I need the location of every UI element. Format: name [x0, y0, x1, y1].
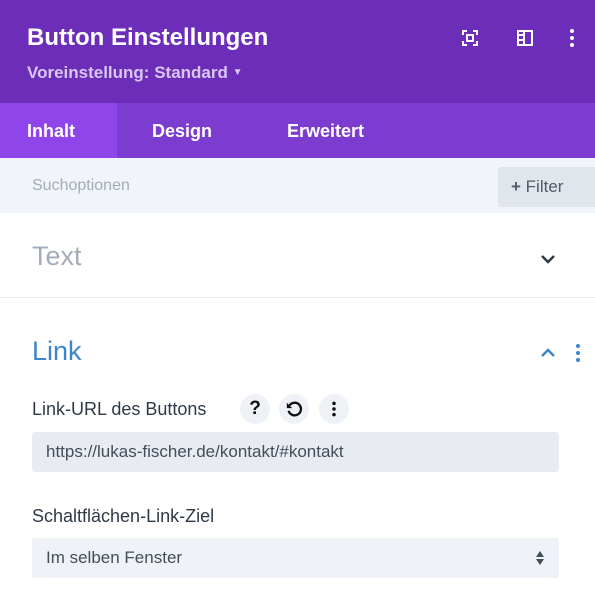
filter-button[interactable]: + Filter [498, 167, 595, 207]
preset-label: Voreinstellung: Standard [27, 63, 228, 82]
caret-down-icon: ▼ [232, 67, 243, 78]
modal-header: Button Einstellungen Voreinstellung: Sta… [0, 0, 595, 103]
tab-design[interactable]: Design [152, 103, 212, 158]
focus-icon[interactable] [460, 28, 480, 48]
more-vertical-icon[interactable] [568, 343, 588, 363]
modal-title: Button Einstellungen [27, 24, 269, 51]
options-button[interactable] [319, 394, 349, 424]
tab-bar: Inhalt Design Erweitert [0, 103, 595, 158]
link-url-label: Link-URL des Buttons [32, 399, 207, 419]
sidebar-toggle-icon[interactable] [515, 28, 535, 48]
help-button[interactable]: ? [240, 394, 270, 424]
search-bar: Suchoptionen + Filter [0, 158, 595, 213]
section-title-text: Text [32, 241, 82, 271]
link-url-input[interactable]: https://lukas-fischer.de/kontakt/#kontak… [32, 432, 559, 472]
undo-icon [286, 401, 303, 417]
chevron-up-icon[interactable] [538, 343, 558, 363]
section-text[interactable]: Text [0, 213, 595, 298]
link-target-value: Im selben Fenster [46, 548, 183, 567]
plus-icon: + [511, 177, 521, 196]
tab-inhalt[interactable]: Inhalt [0, 103, 117, 158]
tab-erweitert[interactable]: Erweitert [287, 103, 364, 158]
preset-dropdown[interactable]: Voreinstellung: Standard ▼ [27, 63, 243, 83]
filter-label: Filter [525, 177, 564, 196]
section-title-link: Link [32, 336, 82, 366]
link-target-select[interactable]: Im selben Fenster [32, 538, 559, 578]
link-target-label: Schaltflächen-Link-Ziel [32, 506, 215, 526]
reset-button[interactable] [279, 394, 309, 424]
select-arrows-icon [536, 551, 544, 565]
more-vertical-icon[interactable] [562, 28, 582, 48]
chevron-down-icon[interactable] [538, 249, 558, 269]
more-vertical-icon [332, 401, 336, 417]
question-icon: ? [249, 398, 261, 419]
search-input[interactable]: Suchoptionen [32, 177, 130, 195]
